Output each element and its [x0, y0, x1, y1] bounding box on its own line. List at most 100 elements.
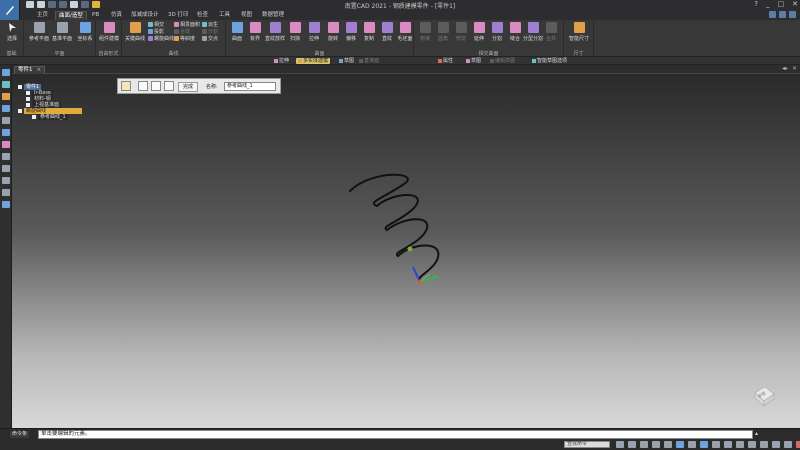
document-tab-part1[interactable]: 零件1 ×	[14, 66, 46, 74]
datum-plane-button[interactable]: 基准平面	[51, 22, 73, 42]
filter-datum[interactable]: 基准面	[357, 58, 381, 64]
features-icon[interactable]	[2, 117, 10, 124]
pan-icon-2[interactable]	[652, 441, 660, 448]
filter-properties[interactable]: 属性	[436, 58, 455, 64]
library-icon[interactable]	[2, 105, 10, 112]
view-cube[interactable]: 前视	[752, 384, 776, 408]
revolve-icon	[327, 22, 339, 33]
layers-icon[interactable]	[2, 81, 10, 88]
filter-multi-body[interactable]: 多实体建模	[296, 58, 331, 64]
project-button[interactable]: 投影	[148, 29, 164, 36]
intersect-button[interactable]: 相交	[148, 22, 164, 29]
expand-icon[interactable]	[26, 102, 30, 107]
tab-3d-print[interactable]: 3D 打印	[165, 11, 191, 20]
tree-node[interactable]: 参考曲线_1	[18, 114, 118, 120]
layout-icon[interactable]	[779, 11, 786, 18]
select-button[interactable]: 选择	[1, 22, 23, 42]
filter-sketch[interactable]: 草图	[337, 58, 356, 64]
settings-icon[interactable]	[769, 11, 776, 18]
wireframe-icon[interactable]	[688, 441, 696, 448]
tab-inspect[interactable]: 检查	[194, 11, 211, 20]
isocline-button[interactable]: 等斜度	[174, 36, 195, 43]
filter-sketch-2[interactable]: 草图	[464, 58, 483, 64]
3d-viewport[interactable]: 零件1 Ir-Base 材料-钢 上视基准面 螺旋曲线 参考曲线_1 完成 名称…	[12, 74, 800, 428]
expand-icon[interactable]	[18, 108, 22, 113]
tab-view[interactable]: 视图	[238, 11, 255, 20]
zoom-icon[interactable]	[2, 177, 10, 184]
display-icon[interactable]	[736, 441, 744, 448]
tab-surface[interactable]: 曲面/造型	[55, 11, 87, 20]
close-button[interactable]: ✕	[792, 0, 798, 8]
command-search-input[interactable]: 查找命令	[564, 441, 610, 448]
merge-button[interactable]: 合并	[540, 22, 562, 42]
filter-edit-sketch[interactable]: 编辑草图	[488, 58, 517, 64]
snap-icon[interactable]	[784, 441, 792, 448]
component-modeling-button[interactable]: 组件建模	[98, 22, 120, 42]
curve-type-icon[interactable]	[121, 81, 131, 91]
shaded-icon[interactable]	[676, 441, 684, 448]
name-input[interactable]: 参考曲线_1	[224, 82, 276, 91]
fit-icon[interactable]	[640, 441, 648, 448]
record-icon[interactable]	[796, 441, 800, 448]
pencil-icon[interactable]	[2, 93, 10, 100]
helix-curve-button[interactable]: 螺旋曲线	[148, 36, 174, 43]
sketch-view-icon[interactable]	[712, 441, 720, 448]
tab-data-management[interactable]: 数据管理	[259, 11, 287, 20]
engineering-icon[interactable]	[2, 201, 10, 208]
pathfinder-icon[interactable]	[2, 69, 10, 76]
camera-icon[interactable]	[760, 441, 768, 448]
checkbox-icon[interactable]	[26, 90, 30, 95]
info-icon[interactable]	[789, 11, 796, 18]
section-icon[interactable]	[724, 441, 732, 448]
minimize-button[interactable]: _	[766, 0, 770, 8]
tab-additive[interactable]: 加减成设计	[128, 11, 162, 20]
tab-simulation[interactable]: 仿真	[108, 11, 125, 20]
tab-home[interactable]: 主页	[34, 11, 51, 20]
grid-icon[interactable]	[772, 441, 780, 448]
table-icon[interactable]	[138, 81, 148, 91]
bounded-button[interactable]: 有界	[244, 22, 266, 42]
pan-icon[interactable]	[2, 189, 10, 196]
intersection-area-button[interactable]: 相贯面积	[174, 22, 200, 29]
tab-pb[interactable]: PB	[89, 11, 102, 20]
edit-icon[interactable]	[151, 81, 161, 91]
zoom-icon-2[interactable]	[628, 441, 636, 448]
tab-tools[interactable]: 工具	[216, 11, 233, 20]
derive-button[interactable]: 派生	[202, 22, 218, 29]
trim-icon	[455, 22, 467, 33]
doc-scroll-icon[interactable]: ◂▸	[782, 65, 788, 72]
reference-plane-button[interactable]: 参考平面	[28, 22, 50, 42]
fit-view-icon[interactable]	[2, 165, 10, 172]
checkbox-icon[interactable]	[18, 84, 22, 89]
helix-curve[interactable]	[312, 164, 472, 294]
options-icon[interactable]	[164, 81, 174, 91]
views-icon[interactable]	[700, 441, 708, 448]
blank-surface-button[interactable]: 毛坯面	[394, 22, 416, 42]
checkbox-icon[interactable]	[32, 114, 36, 119]
smart-dimension-button[interactable]: 智能尺寸	[568, 22, 590, 42]
ruled-loft-button[interactable]: 直纹放样	[264, 22, 286, 42]
done-button[interactable]: 完成	[178, 82, 198, 92]
point-button[interactable]: 交点	[202, 36, 218, 43]
help-button[interactable]: ?	[754, 0, 758, 8]
filter-smart-sketch-options[interactable]: 智能草图选项	[530, 58, 569, 64]
key-curve-button[interactable]: 关键曲线	[124, 22, 146, 42]
sensors-icon[interactable]	[2, 129, 10, 136]
close-doc-icon[interactable]: ×	[37, 67, 42, 73]
prompt-field[interactable]: 单击要编辑的元素。	[38, 430, 753, 439]
doc-close-icon[interactable]: ✕	[792, 65, 797, 72]
question-icon[interactable]	[2, 153, 10, 160]
app-logo[interactable]	[0, 0, 20, 20]
coordinate-system-button[interactable]: 坐标系	[74, 22, 96, 42]
checkbox-icon[interactable]	[26, 96, 30, 101]
filter-extrude[interactable]: 拉伸	[272, 58, 291, 64]
rotate-icon[interactable]	[664, 441, 672, 448]
zoom-area-icon[interactable]	[616, 441, 624, 448]
combine-button[interactable]: 合成	[174, 29, 190, 36]
prompt-scroll-icon[interactable]: ▴	[755, 430, 758, 437]
maximize-button[interactable]: □	[778, 0, 785, 8]
split-curve-button[interactable]: 分割	[202, 29, 218, 36]
ribbon-tabs: 主页 曲面/造型 PB 仿真 加减成设计 3D 打印 检查 工具 视图 数据管理	[20, 10, 800, 20]
lights-icon[interactable]	[748, 441, 756, 448]
family-icon[interactable]	[2, 141, 10, 148]
